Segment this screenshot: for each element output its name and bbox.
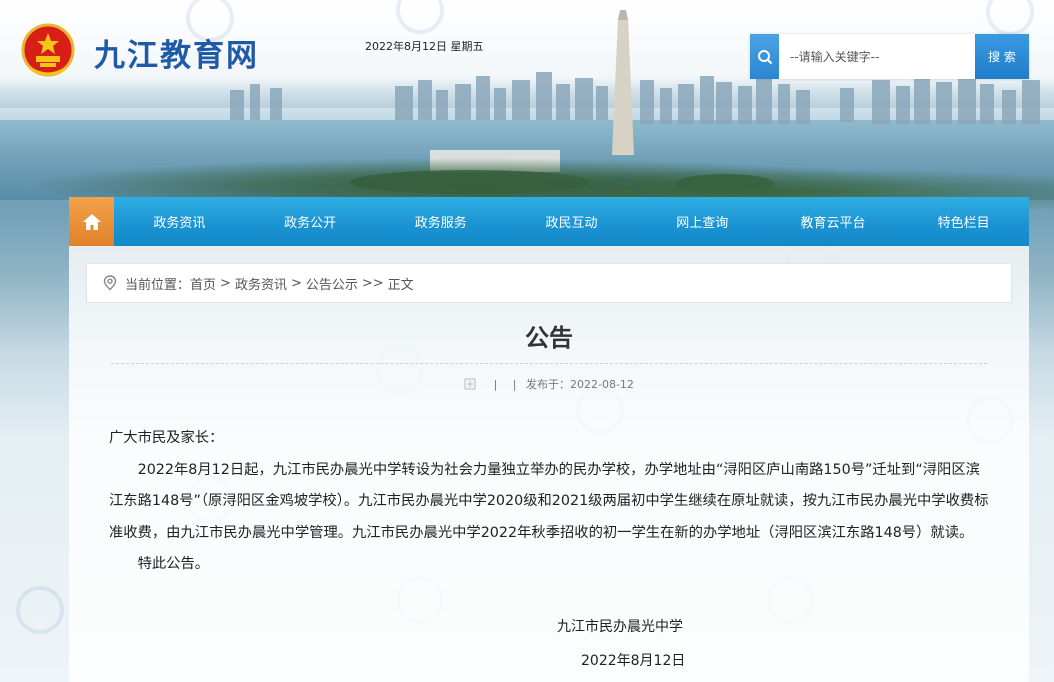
breadcrumb-prefix: 当前位置： — [125, 277, 191, 293]
breadcrumb-home[interactable]: 首页 — [190, 274, 216, 293]
document-icon[interactable] — [464, 378, 476, 393]
nav-item-featured[interactable]: 特色栏目 — [898, 197, 1029, 246]
nav-item-public-affairs[interactable]: 政务公开 — [245, 197, 376, 246]
breadcrumb-separator: >> — [361, 275, 384, 291]
nav-item-edu-cloud[interactable]: 教育云平台 — [768, 197, 899, 246]
article-meta: | | 发布于：2022-08-12 — [69, 376, 1029, 393]
search-bar: 搜 索 — [750, 34, 1029, 79]
national-emblem-icon — [21, 23, 75, 77]
main-nav: 政务资讯 政务公开 政务服务 政民互动 网上查询 教育云平台 特色栏目 — [69, 197, 1029, 246]
nav-item-online-query[interactable]: 网上查询 — [637, 197, 768, 246]
site-title[interactable]: 九江教育网 — [94, 30, 259, 75]
breadcrumb-separator: > — [290, 275, 302, 291]
breadcrumb-separator: > — [220, 275, 231, 291]
title-divider — [111, 363, 987, 364]
signature-date: 2022年8月12日 — [581, 653, 686, 669]
article-paragraph: 特此公告。 — [137, 556, 210, 573]
home-icon — [82, 213, 101, 230]
article-title: 公告 — [525, 324, 573, 352]
publish-date: 发布于：2022-08-12 — [526, 378, 634, 391]
nav-item-news[interactable]: 政务资讯 — [114, 197, 245, 246]
breadcrumb-current: 正文 — [387, 277, 414, 293]
breadcrumb: 当前位置： 首页 > 政务资讯 > 公告公示 >> 正文 — [86, 263, 1012, 303]
nav-item-interaction[interactable]: 政民互动 — [506, 197, 637, 246]
search-input[interactable] — [788, 44, 972, 70]
search-button[interactable]: 搜 索 — [975, 34, 1029, 79]
search-icon[interactable] — [750, 34, 779, 79]
article-paragraph: 2022年8月12日起，九江市民办晨光中学转设为社会力量独立举办的民办学校，办学… — [109, 461, 989, 541]
article-body: 广大市民及家长： 2022年8月12日起，九江市民办晨光中学转设为社会力量独立举… — [109, 423, 993, 581]
home-button[interactable] — [69, 197, 114, 246]
breadcrumb-news[interactable]: 政务资讯 — [235, 274, 287, 293]
nav-item-services[interactable]: 政务服务 — [375, 197, 506, 246]
meta-separator: | — [512, 378, 517, 391]
salutation: 广大市民及家长： — [109, 430, 224, 446]
meta-separator: | — [493, 378, 498, 391]
breadcrumb-announcements[interactable]: 公告公示 — [306, 274, 358, 293]
content-card: 当前位置： 首页 > 政务资讯 > 公告公示 >> 正文 公告 | | 发布于：… — [69, 246, 1029, 682]
signature: 九江市民办晨光中学 — [557, 619, 683, 635]
location-pin-icon — [103, 275, 117, 291]
current-date: 2022年8月12日 星期五 — [365, 40, 484, 53]
